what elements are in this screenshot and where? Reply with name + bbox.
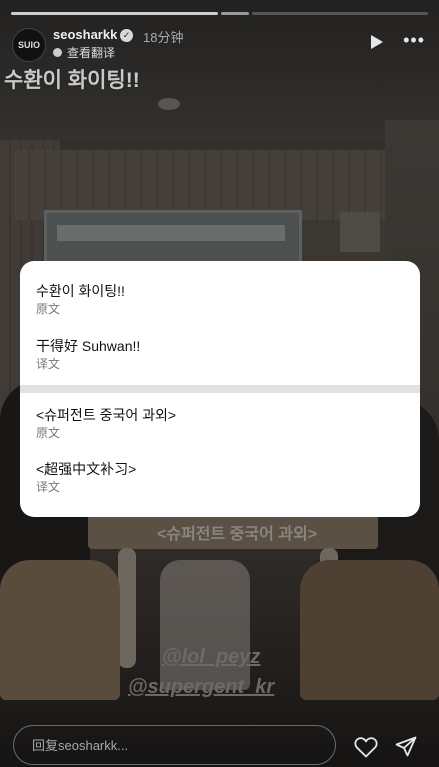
progress-segment-current — [221, 12, 249, 15]
translated-text: <超强中文补习> — [36, 461, 137, 477]
original-label: 原文 — [36, 426, 61, 440]
wall-box — [340, 212, 380, 252]
translation-entry: <超强中文补习> 译文 — [36, 460, 136, 495]
translate-link-label: 查看翻译 — [67, 46, 116, 60]
reply-input[interactable] — [13, 725, 336, 765]
story-header: SUIO seosharkk ✓ 18分钟 查看翻译 ••• — [12, 26, 427, 62]
mention-tag[interactable]: @lol_peyz — [162, 646, 260, 669]
mention-tag[interactable]: @supergent_kr — [128, 676, 274, 699]
story-overlay-text: 수환이 화이팅!! — [4, 69, 140, 92]
person-middle — [160, 560, 250, 690]
ceiling-light — [158, 98, 180, 110]
avatar[interactable]: SUIO — [12, 28, 46, 62]
send-icon[interactable] — [395, 736, 417, 758]
progress-segment-upcoming — [252, 12, 428, 15]
translate-icon — [53, 48, 62, 57]
window — [44, 210, 302, 268]
story-progress-bar — [11, 12, 428, 15]
more-options-icon[interactable]: ••• — [403, 31, 425, 49]
original-text: <슈퍼전트 중국어 과외> — [36, 407, 177, 423]
translation-entry: <슈퍼전트 중국어 과외> 原文 — [36, 406, 176, 441]
username[interactable]: seosharkk — [53, 27, 117, 42]
window-blind — [57, 225, 285, 241]
heart-icon[interactable] — [354, 736, 378, 758]
translated-label: 译文 — [36, 480, 61, 494]
original-text: 수환이 화이팅!! — [36, 283, 125, 299]
popup-divider — [20, 385, 420, 393]
translation-popup: 수환이 화이팅!! 原文 干得好 Suhwan!! 译文 <슈퍼전트 중국어 과… — [20, 261, 420, 517]
post-time: 18分钟 — [143, 30, 184, 45]
original-label: 原文 — [36, 302, 61, 316]
table-leg — [118, 548, 136, 668]
play-icon[interactable] — [371, 35, 383, 49]
translated-text: 干得好 Suhwan!! — [36, 338, 141, 354]
chair-right — [300, 560, 439, 700]
progress-segment-viewed — [11, 12, 218, 15]
story-sticker-text: <슈퍼전트 중국어 과외> — [157, 526, 318, 543]
chair-left — [0, 560, 120, 700]
translated-label: 译文 — [36, 357, 61, 371]
verified-badge-icon: ✓ — [120, 29, 133, 42]
translation-entry: 干得好 Suhwan!! 译文 — [36, 337, 140, 372]
translate-link[interactable]: 查看翻译 — [53, 44, 115, 61]
translation-entry: 수환이 화이팅!! 原文 — [36, 282, 125, 317]
